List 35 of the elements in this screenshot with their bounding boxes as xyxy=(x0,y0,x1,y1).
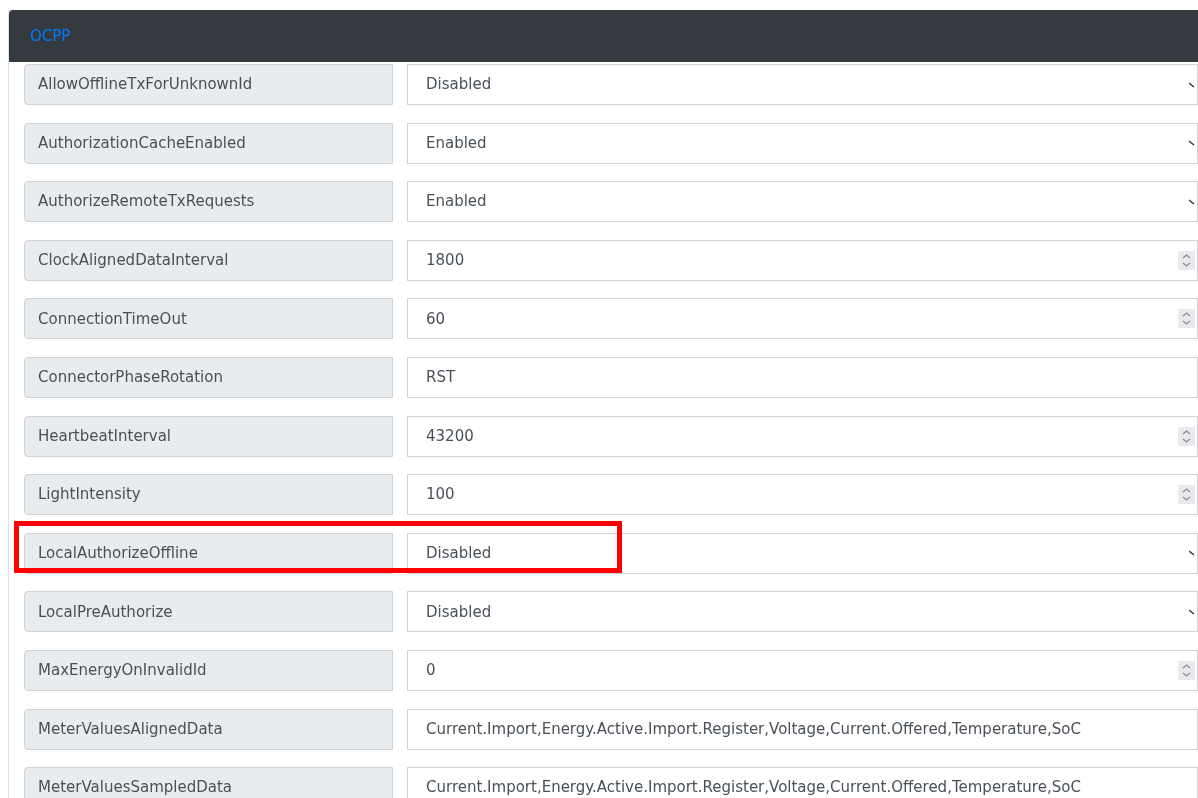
setting-label: ConnectorPhaseRotation xyxy=(24,356,393,398)
text-field[interactable]: Current.Import,Energy.Active.Import.Register,Voltage,Current.Offered,Temperature,SoC xyxy=(407,767,1198,798)
setting-label: LightIntensity xyxy=(24,474,393,516)
setting-label: MaxEnergyOnInvalidId xyxy=(24,649,393,691)
select-field[interactable]: Disabled xyxy=(407,64,1198,105)
number-field[interactable]: 0 xyxy=(407,649,1198,691)
chevron-down-icon xyxy=(1189,80,1195,89)
spinner-icon[interactable] xyxy=(1178,309,1195,329)
number-field[interactable]: 100 xyxy=(407,474,1198,516)
setting-label: ConnectionTimeOut xyxy=(24,298,393,340)
select-field[interactable]: Enabled xyxy=(407,181,1198,223)
spinner-icon[interactable] xyxy=(1178,485,1195,505)
setting-label: HeartbeatInterval xyxy=(24,415,393,457)
setting-label: ClockAlignedDataInterval xyxy=(24,239,393,281)
select-field[interactable]: Disabled xyxy=(407,532,1198,574)
text-field[interactable]: Current.Import,Energy.Active.Import.Register,Voltage,Current.Offered,Temperature,SoC xyxy=(407,708,1198,750)
number-field[interactable]: 43200 xyxy=(407,415,1198,457)
setting-label: AllowOfflineTxForUnknownId xyxy=(24,64,393,105)
setting-label: MeterValuesAlignedData xyxy=(24,708,393,750)
number-field[interactable]: 1800 xyxy=(407,239,1198,281)
chevron-down-icon xyxy=(1189,139,1195,148)
spinner-icon[interactable] xyxy=(1178,660,1195,680)
spinner-icon[interactable] xyxy=(1178,250,1195,270)
setting-label: AuthorizeRemoteTxRequests xyxy=(24,181,393,223)
setting-label: MeterValuesSampledData xyxy=(24,767,393,798)
setting-label: AuthorizationCacheEnabled xyxy=(24,122,393,164)
chevron-down-icon xyxy=(1189,549,1195,558)
text-field[interactable]: RST xyxy=(407,356,1198,398)
select-field[interactable]: Disabled xyxy=(407,591,1198,633)
setting-label: LocalPreAuthorize xyxy=(24,591,393,633)
number-field[interactable]: 60 xyxy=(407,298,1198,340)
spinner-icon[interactable] xyxy=(1178,426,1195,446)
select-field[interactable]: Enabled xyxy=(407,122,1198,164)
chevron-down-icon xyxy=(1189,197,1195,206)
chevron-down-icon xyxy=(1189,607,1195,616)
